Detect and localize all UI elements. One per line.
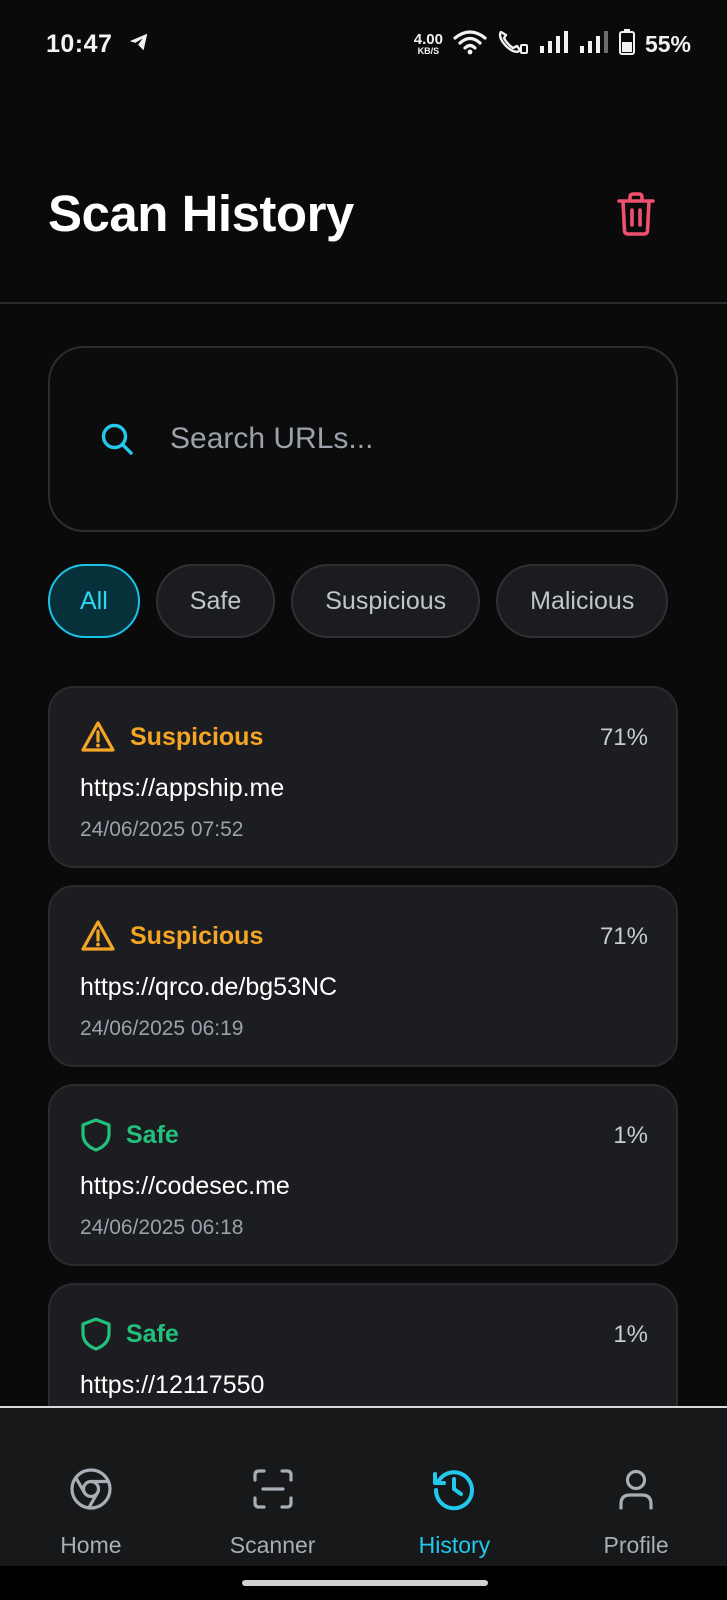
risk-percent: 1% — [613, 1321, 648, 1348]
home-indicator[interactable] — [242, 1580, 488, 1586]
history-card[interactable]: Safe 1% https://codesec.me 24/06/2025 06… — [48, 1084, 678, 1266]
filter-chip-all[interactable]: All — [48, 564, 140, 638]
scanned-url: https://qrco.de/bg53NC — [80, 973, 338, 1001]
scan-history-screen: 10:47 4.00 KB/S 55% Scan History Search … — [0, 0, 727, 1600]
status-left: 10:47 — [46, 30, 150, 59]
card-status: Safe — [80, 1317, 179, 1351]
wifi-icon — [453, 29, 487, 60]
network-speed-value: 4.00 — [413, 31, 443, 48]
status-label: Suspicious — [130, 722, 264, 751]
nav-scanner-label: Scanner — [229, 1532, 316, 1558]
shield-icon — [81, 1317, 111, 1351]
card-status: Suspicious — [80, 919, 263, 953]
risk-percent: 1% — [613, 1122, 648, 1149]
network-speed-unit: KB/S — [417, 46, 440, 56]
scan-date: 24/06/2025 06:19 — [80, 1017, 244, 1040]
signal-icon — [539, 30, 569, 59]
trash-icon — [617, 192, 655, 236]
bottom-nav: Home Scanner History Profile — [0, 1406, 727, 1566]
search-box[interactable] — [48, 346, 678, 532]
history-card[interactable]: Suspicious 71% https://appship.me 24/06/… — [48, 686, 678, 868]
card-status: Suspicious — [80, 720, 263, 754]
nav-history[interactable]: History — [369, 1408, 539, 1559]
clear-history-button[interactable] — [608, 186, 664, 242]
filter-chip-malicious[interactable]: Malicious — [496, 564, 669, 638]
status-label: Safe — [126, 1120, 179, 1149]
scanned-url: https://codesec.me — [80, 1172, 290, 1200]
status-bar: 10:47 4.00 KB/S 55% — [0, 0, 727, 88]
nav-home[interactable]: Home — [6, 1408, 176, 1559]
nav-profile-label: Profile — [603, 1532, 669, 1558]
scan-frame-icon — [250, 1466, 296, 1512]
filter-chip-suspicious[interactable]: Suspicious — [291, 564, 481, 638]
signal-icon — [579, 30, 609, 59]
card-status: Safe — [80, 1118, 179, 1152]
volte-call-icon — [497, 29, 529, 60]
page-title: Scan History — [48, 185, 354, 242]
scan-date: 24/06/2025 07:52 — [80, 818, 244, 841]
status-time: 10:47 — [46, 29, 113, 58]
risk-percent: 71% — [599, 724, 648, 751]
nav-profile[interactable]: Profile — [551, 1408, 721, 1559]
user-icon — [613, 1466, 659, 1512]
network-speed: 4.00 KB/S — [414, 32, 443, 56]
nav-home-label: Home — [60, 1532, 122, 1558]
status-label: Suspicious — [130, 921, 264, 950]
shield-icon — [81, 1118, 111, 1152]
filter-chips: All Safe Suspicious Malicious — [48, 564, 669, 638]
telegram-icon — [128, 31, 150, 58]
search-icon — [100, 422, 134, 456]
warning-icon — [81, 721, 115, 752]
search-input[interactable] — [170, 422, 610, 456]
scan-date: 24/06/2025 06:18 — [80, 1216, 244, 1239]
history-list: Suspicious 71% https://appship.me 24/06/… — [48, 686, 678, 1482]
history-card[interactable]: Suspicious 71% https://qrco.de/bg53NC 24… — [48, 885, 678, 1067]
nav-history-label: History — [418, 1532, 491, 1558]
scanned-url: https://appship.me — [80, 774, 285, 802]
filter-chip-safe[interactable]: Safe — [155, 564, 276, 638]
risk-percent: 71% — [599, 923, 648, 950]
status-right: 4.00 KB/S 55% — [414, 28, 691, 60]
battery-percent: 55% — [644, 30, 691, 57]
nav-scanner[interactable]: Scanner — [188, 1408, 358, 1559]
chrome-icon — [68, 1466, 114, 1512]
status-label: Safe — [126, 1319, 179, 1348]
scanned-url: https://12117550 — [80, 1371, 265, 1399]
header: Scan History — [0, 88, 727, 304]
history-icon — [431, 1466, 477, 1512]
battery-icon — [618, 28, 635, 60]
warning-icon — [81, 920, 115, 951]
